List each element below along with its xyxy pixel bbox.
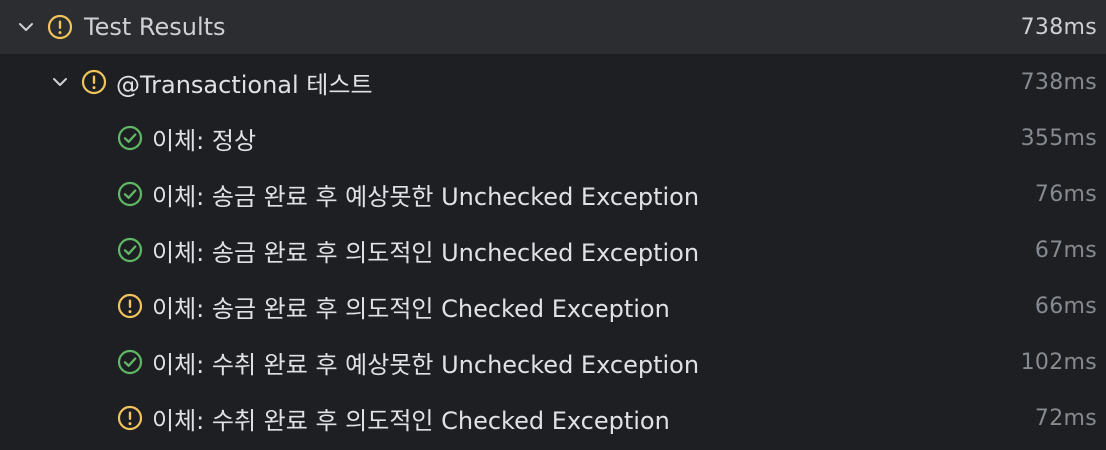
test-label: 이체: 송금 완료 후 예상못한 Unchecked Exception (152, 182, 700, 211)
test-row[interactable]: 이체: 수취 완료 후 의도적인 Checked Exception 72ms (0, 390, 1106, 446)
suite-duration: 738ms (1020, 69, 1097, 95)
warning-circle-icon (80, 68, 108, 96)
test-label: 이체: 송금 완료 후 의도적인 Checked Exception (152, 294, 670, 323)
test-duration: 355ms (1020, 125, 1097, 151)
tree-suite-transactional[interactable]: @Transactional 테스트 738ms (0, 54, 1106, 110)
test-label: 이체: 수취 완료 후 의도적인 Checked Exception (152, 406, 670, 435)
test-label: 이체: 정상 (152, 126, 257, 155)
check-circle-icon (116, 180, 144, 208)
tree-root-test-results[interactable]: Test Results 738ms (0, 0, 1106, 54)
chevron-down-icon[interactable] (14, 15, 38, 39)
check-circle-icon (116, 124, 144, 152)
root-duration: 738ms (1020, 14, 1097, 40)
test-row[interactable]: 이체: 송금 완료 후 의도적인 Checked Exception 66ms (0, 278, 1106, 334)
test-row[interactable]: 이체: 송금 완료 후 의도적인 Unchecked Exception 67m… (0, 222, 1106, 278)
root-label: Test Results (84, 13, 226, 41)
test-results-tree: Test Results 738ms @Transactional 테스트 73… (0, 0, 1106, 450)
chevron-down-icon[interactable] (48, 70, 72, 94)
test-row[interactable]: 이체: 송금 완료 후 예상못한 Unchecked Exception 76m… (0, 166, 1106, 222)
warning-circle-icon (116, 404, 144, 432)
test-label: 이체: 송금 완료 후 의도적인 Unchecked Exception (152, 238, 700, 267)
check-circle-icon (116, 348, 144, 376)
test-row[interactable]: 이체: 수취 완료 후 예상못한 Unchecked Exception 102… (0, 334, 1106, 390)
warning-circle-icon (46, 13, 74, 41)
check-circle-icon (116, 236, 144, 264)
test-duration: 72ms (1034, 405, 1097, 431)
warning-circle-icon (116, 292, 144, 320)
test-duration: 76ms (1034, 181, 1097, 207)
test-duration: 102ms (1020, 349, 1097, 375)
test-label: 이체: 수취 완료 후 예상못한 Unchecked Exception (152, 350, 700, 379)
test-duration: 67ms (1034, 237, 1097, 263)
suite-label: @Transactional 테스트 (116, 70, 373, 99)
test-duration: 66ms (1034, 293, 1097, 319)
test-row[interactable]: 이체: 정상 355ms (0, 110, 1106, 166)
